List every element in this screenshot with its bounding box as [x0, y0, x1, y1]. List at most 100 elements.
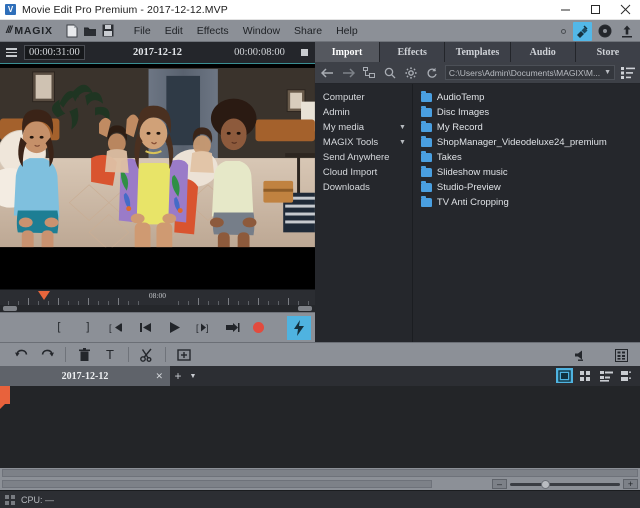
list-item[interactable]: Slideshow music: [413, 165, 640, 180]
brand-label: MAGIX: [14, 24, 53, 37]
menu-effects[interactable]: Effects: [190, 22, 236, 40]
open-project-icon[interactable]: [81, 20, 99, 42]
add-project-button[interactable]: +: [170, 369, 186, 383]
project-dropdown-icon[interactable]: ▼: [186, 373, 200, 380]
cut-scissors-button[interactable]: [134, 344, 160, 366]
timeline-start-marker[interactable]: [0, 386, 10, 409]
tree-item-admin[interactable]: Admin: [315, 105, 412, 120]
tab-import[interactable]: Import: [314, 42, 381, 62]
list-item[interactable]: AudioTemp: [413, 90, 640, 105]
multicam-view-button[interactable]: [619, 368, 636, 383]
close-icon[interactable]: ✕: [155, 371, 163, 382]
storyboard-view-button[interactable]: [556, 368, 573, 383]
chevron-down-icon[interactable]: ▼: [399, 139, 406, 146]
tree-item-send-anywhere[interactable]: Send Anywhere: [315, 150, 412, 165]
ruler-time-label: 08:00: [148, 291, 166, 300]
new-project-icon[interactable]: [63, 20, 81, 42]
file-name: Slideshow music: [436, 167, 508, 178]
tree-item-downloads[interactable]: Downloads: [315, 180, 412, 195]
delete-button[interactable]: [71, 344, 97, 366]
audio-mixer-icon[interactable]: [568, 344, 594, 366]
title-text-button[interactable]: T: [97, 344, 123, 366]
finish-movie-icon[interactable]: [573, 21, 592, 41]
jump-to-start-button[interactable]: [: [108, 319, 125, 336]
horizontal-scrollbar[interactable]: [0, 468, 640, 478]
zoom-in-button[interactable]: +: [623, 479, 638, 489]
media-pool-toolbar: C:\Users\Admin\Documents\MAGIX\M... ▼: [314, 62, 640, 84]
list-item[interactable]: Disc Images: [413, 105, 640, 120]
minimize-window-button[interactable]: [550, 0, 580, 20]
menu-help[interactable]: Help: [329, 22, 365, 40]
next-frame-button[interactable]: []: [195, 319, 212, 336]
tree-label: Send Anywhere: [322, 152, 390, 163]
back-icon[interactable]: [319, 64, 336, 81]
tree-item-magix-tools[interactable]: MAGIX Tools ▼: [315, 135, 412, 150]
add-media-button[interactable]: [171, 344, 197, 366]
tree-item-cloud-import[interactable]: Cloud Import: [315, 165, 412, 180]
list-view-icon[interactable]: [619, 64, 636, 81]
previous-frame-button[interactable]: [137, 319, 154, 336]
monitor-timeline-ruler[interactable]: 08:00: [0, 289, 315, 305]
monitor-resize-handle[interactable]: [300, 49, 308, 56]
search-icon[interactable]: [382, 64, 399, 81]
path-dropdown-icon[interactable]: ▼: [600, 69, 611, 76]
tree-item-my-media[interactable]: My media ▼: [315, 120, 412, 135]
scrollbar-track[interactable]: [2, 469, 638, 477]
list-item[interactable]: Takes: [413, 150, 640, 165]
redo-button[interactable]: [34, 344, 60, 366]
maximize-window-button[interactable]: [580, 0, 610, 20]
tab-audio[interactable]: Audio: [510, 42, 576, 62]
list-item[interactable]: Studio-Preview: [413, 180, 640, 195]
timeline-view-button[interactable]: [598, 368, 615, 383]
list-item[interactable]: TV Anti Cropping: [413, 195, 640, 210]
cpu-status-label: CPU: —: [21, 494, 55, 505]
burn-disc-icon[interactable]: [595, 22, 614, 41]
tab-templates[interactable]: Templates: [445, 42, 511, 62]
media-pool-body: Computer Admin My media ▼ MAGIX Tools ▼ Se…: [314, 84, 640, 342]
menu-edit[interactable]: Edit: [158, 22, 190, 40]
menu-window[interactable]: Window: [236, 22, 287, 40]
set-in-point-button[interactable]: [: [50, 319, 67, 336]
close-window-button[interactable]: [610, 0, 640, 20]
storyboard-area[interactable]: [0, 386, 640, 468]
monitor-horizontal-scrollbar[interactable]: [0, 305, 315, 312]
position-timecode[interactable]: 00:00:31:00: [24, 45, 85, 60]
set-out-point-button[interactable]: ]: [79, 319, 96, 336]
save-project-icon[interactable]: [99, 20, 117, 42]
flash-quick-export-button[interactable]: [286, 316, 311, 340]
tab-effects[interactable]: Effects: [380, 42, 446, 62]
export-upload-icon[interactable]: [617, 22, 636, 41]
folder-icon: [420, 166, 432, 177]
tree-item-computer[interactable]: Computer: [315, 90, 412, 105]
zoom-out-button[interactable]: –: [492, 479, 507, 489]
folder-tree-icon[interactable]: [361, 64, 378, 81]
zoom-slider[interactable]: [510, 479, 620, 489]
list-item[interactable]: My Record: [413, 120, 640, 135]
project-tab-label: 2017-12-12: [61, 370, 109, 382]
menu-share[interactable]: Share: [287, 22, 329, 40]
scroll-grip-left[interactable]: [3, 306, 17, 311]
jump-to-end-button[interactable]: [224, 319, 241, 336]
vertical-scrollbar-track[interactable]: [2, 480, 432, 488]
undo-button[interactable]: [8, 344, 34, 366]
forward-icon[interactable]: [340, 64, 357, 81]
track-manager-icon[interactable]: [608, 344, 634, 366]
refresh-icon[interactable]: [424, 64, 441, 81]
tab-store[interactable]: Store: [575, 42, 640, 62]
zoom-slider-knob[interactable]: [540, 479, 550, 489]
project-tab-active[interactable]: 2017-12-12 ✕: [0, 366, 170, 386]
scroll-grip-right[interactable]: [297, 306, 312, 311]
settings-gear-icon[interactable]: [403, 64, 420, 81]
chevron-down-icon[interactable]: ▼: [399, 124, 406, 131]
playhead-marker[interactable]: [38, 291, 50, 300]
scene-overview-button[interactable]: [577, 368, 594, 383]
menu-file[interactable]: File: [127, 22, 158, 40]
folder-icon: [420, 196, 432, 207]
list-item[interactable]: ShopManager_Videodeluxe24_premium: [413, 135, 640, 150]
status-grid-icon: [5, 494, 15, 505]
record-button[interactable]: [253, 322, 265, 333]
video-preview[interactable]: [0, 64, 315, 289]
path-input[interactable]: C:\Users\Admin\Documents\MAGIX\M... ▼: [444, 65, 615, 80]
hamburger-menu-icon[interactable]: [0, 48, 22, 57]
play-button[interactable]: [166, 319, 183, 336]
